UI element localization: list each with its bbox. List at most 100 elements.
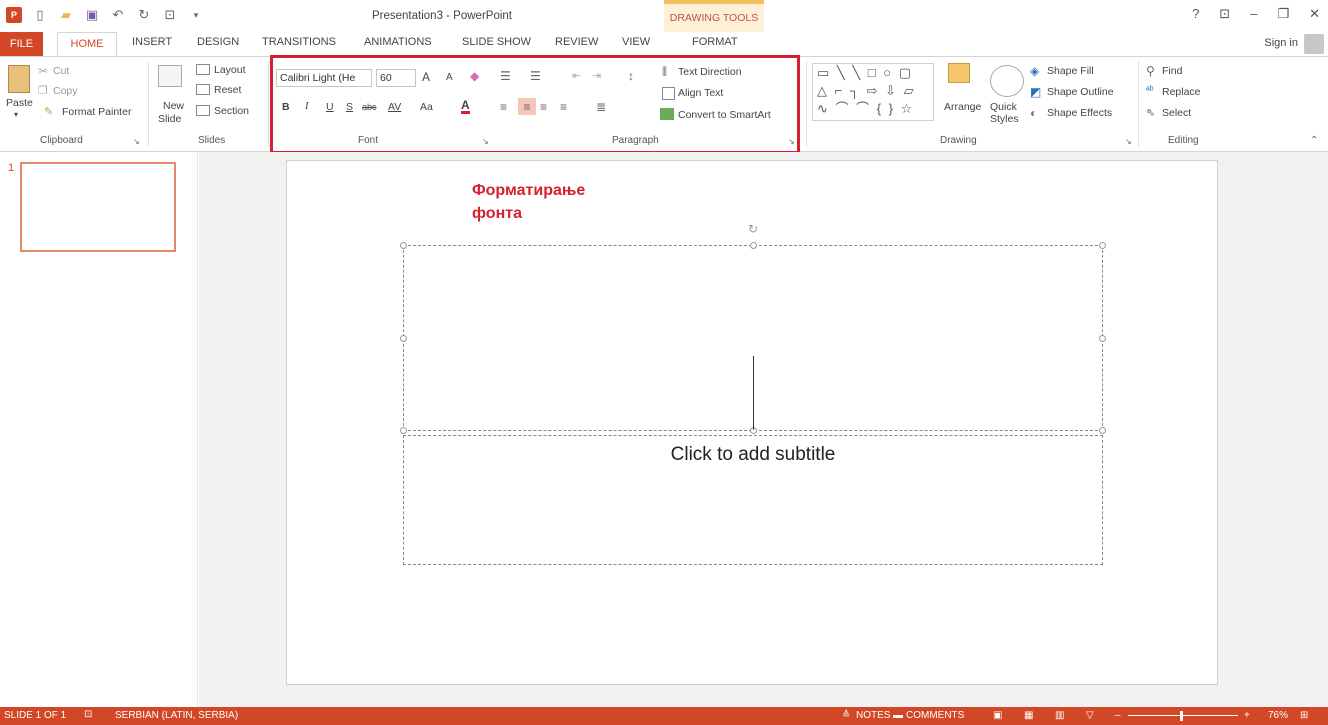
fit-slide-icon[interactable]: ⊞ [1300,710,1308,721]
quick-styles-button[interactable]: Quick [990,101,1017,113]
format-painter-button[interactable]: Format Painter [62,106,131,118]
redo-icon[interactable]: ↻ [136,7,152,23]
cut-button[interactable]: Cut [53,65,69,77]
customize-qat-icon[interactable]: ▾ [188,7,204,23]
paste-button[interactable]: Paste [6,97,33,109]
title-placeholder[interactable]: ↻ [400,222,1106,434]
shapes-gallery[interactable]: ▭ ╲ ╲ □ ○ ▢ △ ⌐ ┐ ⇨ ⇩ ▱ ∿ ⌒ ⌒ { } ☆ [812,63,934,121]
tab-review[interactable]: REVIEW [555,36,598,48]
zoom-in-icon[interactable]: + [1244,710,1250,721]
shape-fill-button[interactable]: Shape Fill [1047,65,1094,77]
find-button[interactable]: Find [1162,65,1182,77]
tab-file[interactable]: FILE [0,32,43,56]
slideshow-view-icon[interactable]: ▽ [1086,710,1094,721]
slides-group-label: Slides [198,135,226,146]
save-icon[interactable]: ▣ [84,7,100,23]
sign-in-link[interactable]: Sign in [1264,37,1298,49]
cut-icon[interactable]: ✂ [38,64,48,78]
help-icon[interactable]: ? [1192,6,1199,22]
zoom-slider[interactable] [1128,715,1238,716]
close-button[interactable]: ✕ [1309,6,1320,22]
slide[interactable]: Форматирање фонта ↻ Click to add subtitl… [286,160,1218,685]
shape-outline-icon[interactable]: ◩ [1030,85,1041,99]
proofing-icon[interactable]: ⊡ [84,709,92,720]
format-painter-icon[interactable]: ✎ [44,105,53,118]
tab-format[interactable]: FORMAT [692,36,738,48]
comments-button[interactable]: COMMENTS [906,710,964,721]
resize-handle[interactable] [1099,242,1106,249]
tab-home[interactable]: HOME [57,32,117,57]
resize-handle[interactable] [400,335,407,342]
open-folder-icon[interactable]: ▰ [58,7,74,23]
shape-fill-icon[interactable]: ◈ [1030,64,1039,78]
resize-handle[interactable] [400,242,407,249]
select-button[interactable]: Select [1162,107,1191,119]
rotate-handle-icon[interactable]: ↻ [748,222,758,236]
slide-thumbnail[interactable] [20,162,176,252]
group-divider [148,61,149,147]
subtitle-placeholder-text: Click to add subtitle [670,444,836,465]
slide-sorter-icon[interactable]: ▦ [1024,710,1033,721]
resize-handle[interactable] [750,242,757,249]
arrange-icon[interactable] [948,63,970,83]
reset-button[interactable]: Reset [214,84,241,96]
reading-view-icon[interactable]: ▥ [1055,710,1064,721]
tab-animations[interactable]: ANIMATIONS [364,36,432,48]
paste-dropdown-icon[interactable]: ▾ [14,110,18,119]
section-icon[interactable] [196,105,210,116]
language-status[interactable]: SERBIAN (LATIN, SERBIA) [115,710,238,721]
new-slide-icon[interactable] [158,65,182,87]
subtitle-placeholder[interactable]: Click to add subtitle [403,435,1103,565]
quick-styles-button-2[interactable]: Styles [990,113,1019,125]
minimize-button[interactable]: – [1250,6,1257,22]
normal-view-icon[interactable]: ▣ [993,710,1002,721]
resize-handle[interactable] [1099,335,1106,342]
shape-effects-button[interactable]: Shape Effects [1047,107,1112,119]
start-from-beginning-icon[interactable]: ⊡ [162,7,178,23]
resize-handle[interactable] [1099,427,1106,434]
zoom-out-icon[interactable]: – [1115,710,1121,721]
new-slide-button[interactable]: New [163,100,184,112]
copy-button[interactable]: Copy [53,85,78,97]
layout-icon[interactable] [196,64,210,75]
replace-button[interactable]: Replace [1162,86,1201,98]
notes-button[interactable]: NOTES [856,710,890,721]
drawing-tools-context: DRAWING TOOLS [664,0,764,32]
slide-thumbnail-pane: 1 [0,152,198,707]
shape-effects-icon[interactable]: ◐ [1030,106,1037,120]
replace-icon[interactable]: ᵃᵇ [1146,85,1154,96]
copy-icon[interactable]: ❐ [38,84,48,97]
zoom-level[interactable]: 76% [1268,710,1288,721]
group-divider [268,61,269,147]
tab-insert[interactable]: INSERT [132,36,172,48]
powerpoint-app-icon[interactable]: P [6,7,22,23]
tab-transitions[interactable]: TRANSITIONS [262,36,336,48]
drawing-launcher-icon[interactable]: ↘ [1125,137,1132,146]
zoom-slider-thumb[interactable] [1180,711,1183,721]
maximize-button[interactable]: ❐ [1277,6,1289,22]
section-button[interactable]: Section [214,105,249,117]
tab-view[interactable]: VIEW [622,36,650,48]
slide-count-status: SLIDE 1 OF 1 [4,710,67,721]
clipboard-launcher-icon[interactable]: ↘ [133,137,140,146]
new-slide-button-2[interactable]: Slide [158,113,181,125]
arrange-button[interactable]: Arrange [944,101,981,113]
comments-icon[interactable]: ▬ [893,710,903,721]
new-file-icon[interactable]: ▯ [32,7,48,23]
paste-icon[interactable] [8,65,30,93]
resize-handle[interactable] [400,427,407,434]
shape-outline-button[interactable]: Shape Outline [1047,86,1114,98]
title-bar: P ▯ ▰ ▣ ↶ ↻ ⊡ ▾ Presentation3 - PowerPoi… [0,0,1328,32]
find-icon[interactable]: ⚲ [1146,64,1155,78]
layout-button[interactable]: Layout [214,64,246,76]
reset-icon[interactable] [196,84,210,95]
tab-design[interactable]: DESIGN [197,36,239,48]
collapse-ribbon-icon[interactable]: ⌃ [1310,135,1318,146]
quick-styles-icon[interactable] [990,65,1024,97]
notes-icon[interactable]: ≙ [842,710,850,721]
avatar[interactable] [1304,34,1324,54]
ribbon-display-options-icon[interactable]: ⊡ [1219,6,1230,22]
undo-icon[interactable]: ↶ [110,7,126,23]
select-icon[interactable]: ⇖ [1146,106,1155,119]
tab-slide-show[interactable]: SLIDE SHOW [462,36,531,48]
